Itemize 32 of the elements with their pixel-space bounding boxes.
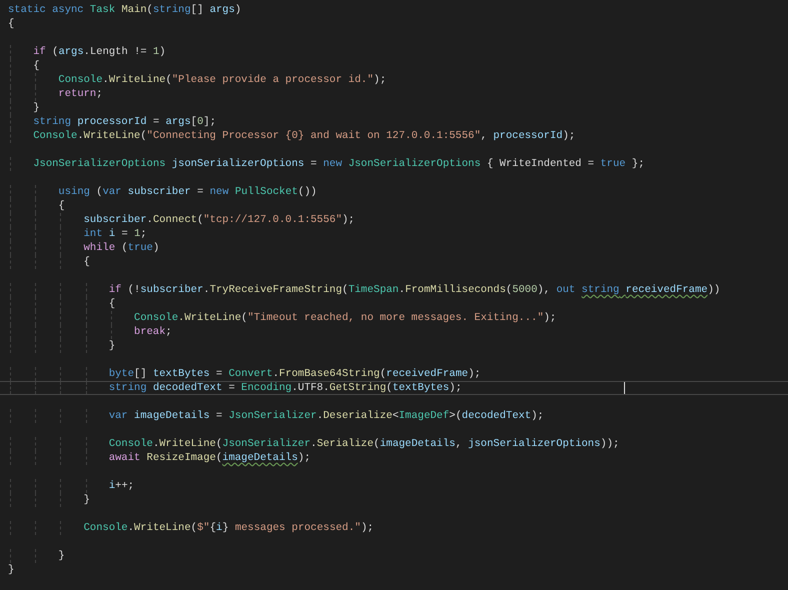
code-line: Console.WriteLine(JsonSerializer.Serialize(imageDetails, jsonSerializerOptions));	[0, 437, 788, 451]
code-line: return;	[0, 87, 788, 101]
text-cursor	[624, 382, 625, 394]
code-line: var imageDetails = JsonSerializer.Deserialize<ImageDef>(decodedText);	[0, 409, 788, 423]
code-line: int i = 1;	[0, 227, 788, 241]
code-line: {	[0, 199, 788, 213]
code-line: }	[7, 563, 16, 577]
code-line: byte[] textBytes = Convert.FromBase64String(receivedFrame);	[0, 367, 788, 381]
code-line: Console.WriteLine($"{i} messages processed.");	[0, 521, 788, 535]
code-line: using (var subscriber = new PullSocket())	[0, 185, 788, 199]
code-line: i++;	[0, 479, 788, 493]
code-line: string decodedText = Encoding.UTF8.GetString(textBytes);	[0, 381, 788, 395]
code-line: static async Task Main(string[] args)	[7, 3, 242, 17]
code-line: break;	[0, 325, 788, 339]
code-line: string processorId = args[0];	[0, 115, 788, 129]
code-line: if (args.Length != 1)	[0, 45, 788, 59]
code-line: }	[0, 101, 788, 115]
code-line: if (!subscriber.TryReceiveFrameString(TimeSpan.FromMilliseconds(5000), out string receivedFrame))	[0, 283, 788, 297]
code-line: JsonSerializerOptions jsonSerializerOptions = new JsonSerializerOptions { WriteIndented = true };	[0, 157, 788, 171]
code-line: {	[0, 297, 788, 311]
code-line: {	[0, 59, 788, 73]
code-line: Console.WriteLine("Connecting Processor {0} and wait on 127.0.0.1:5556", processorId);	[0, 129, 788, 143]
code-line: Console.WriteLine("Please provide a processor id.");	[0, 73, 788, 87]
code-line: }	[0, 549, 788, 563]
code-line: subscriber.Connect("tcp://127.0.0.1:5556");	[0, 213, 788, 227]
code-line: await ResizeImage(imageDetails);	[0, 451, 788, 465]
code-line: {	[0, 255, 788, 269]
code-line: while (true)	[0, 241, 788, 255]
code-line: }	[0, 339, 788, 353]
code-line: Console.WriteLine("Timeout reached, no more messages. Exiting...");	[0, 311, 788, 325]
code-line: {	[7, 17, 16, 31]
code-line: }	[0, 493, 788, 507]
